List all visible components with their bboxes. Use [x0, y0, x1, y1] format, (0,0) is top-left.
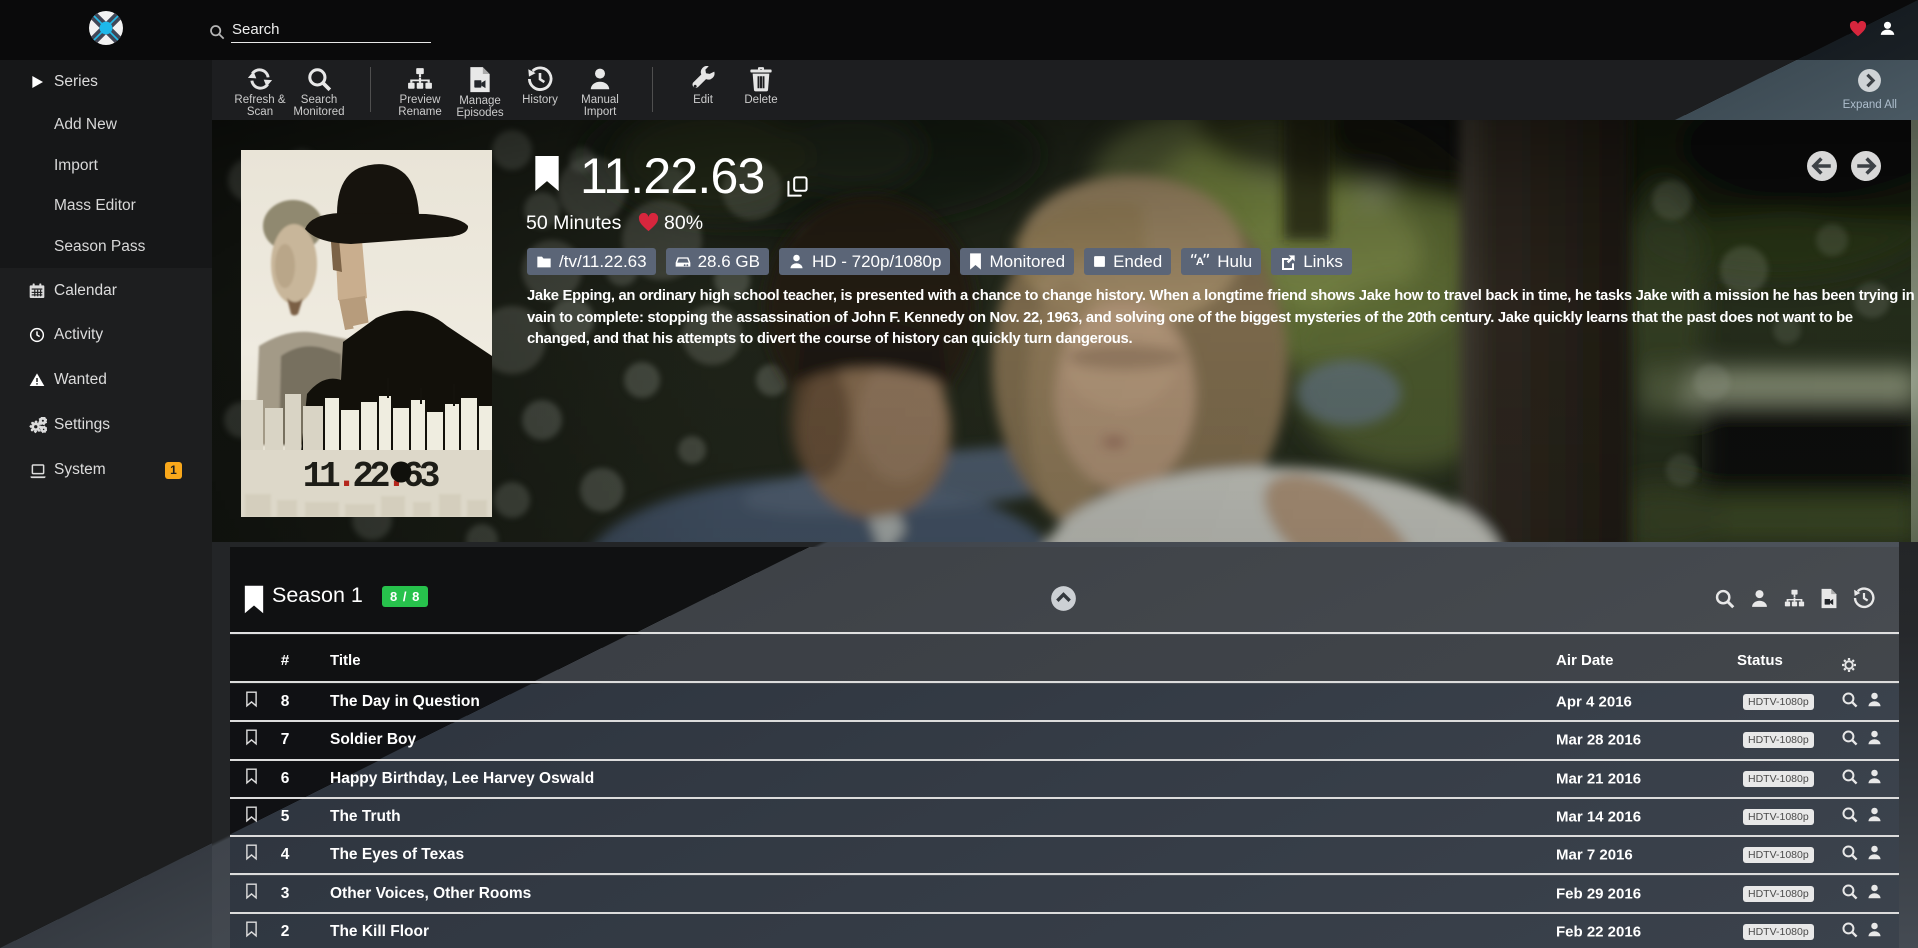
svg-text:A: A: [1196, 256, 1204, 268]
svg-text:11.22.63: 11.22.63: [303, 456, 439, 497]
